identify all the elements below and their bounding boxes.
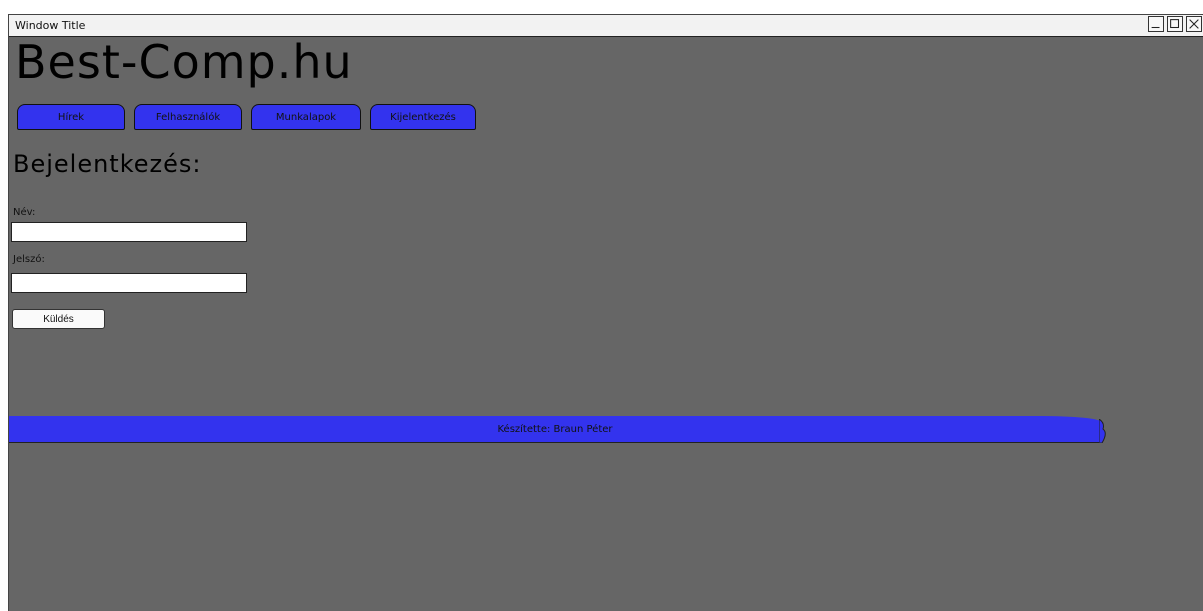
maximize-icon <box>1170 19 1180 29</box>
tab-kijelentkezes[interactable]: Kijelentkezés <box>370 104 476 130</box>
password-field[interactable] <box>11 273 247 293</box>
window-controls <box>1148 16 1202 32</box>
submit-button[interactable]: Küldés <box>12 309 105 329</box>
page-title: Bejelentkezés: <box>13 150 202 178</box>
name-field[interactable] <box>11 222 247 242</box>
tab-hirek[interactable]: Hírek <box>17 104 125 130</box>
tab-munkalapok[interactable]: Munkalapok <box>251 104 361 130</box>
password-label: Jelszó: <box>13 254 45 265</box>
site-logo: Best-Comp.hu <box>15 35 353 89</box>
window-title: Window Title <box>15 19 86 32</box>
footer-credit: Készítette: Braun Péter <box>497 423 613 435</box>
tab-felhasznalok[interactable]: Felhasználók <box>134 104 242 130</box>
minimize-button[interactable] <box>1148 16 1164 32</box>
app-window: Window Title Best-Comp.hu Hírek Felhaszn… <box>8 14 1203 611</box>
maximize-button[interactable] <box>1167 16 1183 32</box>
name-label: Név: <box>13 207 36 218</box>
footer-edge-decoration <box>1099 419 1106 443</box>
close-icon <box>1189 19 1199 29</box>
title-bar: Window Title <box>9 15 1203 37</box>
minimize-icon <box>1151 26 1160 29</box>
close-button[interactable] <box>1186 16 1202 32</box>
main-nav: Hírek Felhasználók Munkalapok Kijelentke… <box>17 104 476 130</box>
footer-bar: Készítette: Braun Péter <box>9 416 1101 443</box>
